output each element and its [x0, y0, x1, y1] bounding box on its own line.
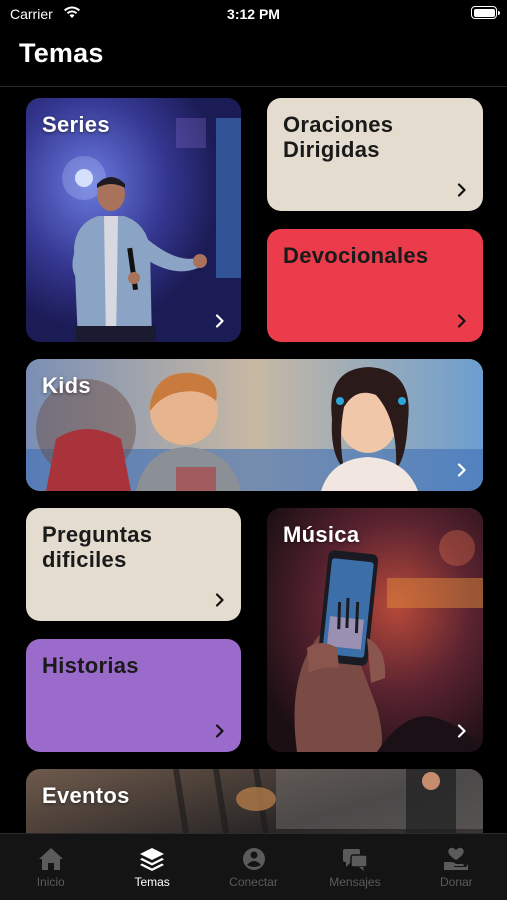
card-historias-title: Historias: [42, 653, 139, 678]
status-bar: Carrier 3:12 PM: [0, 0, 507, 30]
chevron-right-icon: [457, 463, 467, 477]
tab-mensajes-label: Mensajes: [329, 875, 381, 889]
kids-image: [26, 359, 483, 491]
tab-inicio-label: Inicio: [36, 875, 65, 889]
card-musica-title: Música: [283, 522, 360, 547]
tab-temas[interactable]: Temas: [101, 834, 202, 900]
card-series-title: Series: [42, 112, 110, 137]
card-preguntas-dificiles[interactable]: Preguntas dificiles: [26, 508, 241, 621]
tab-inicio[interactable]: Inicio: [0, 834, 101, 900]
donate-icon: [444, 847, 469, 870]
card-devocionales[interactable]: Devocionales: [267, 229, 483, 342]
tab-conectar-label: Conectar: [229, 875, 278, 889]
header-divider: [0, 86, 507, 87]
chevron-right-icon: [457, 314, 467, 328]
tab-donar-label: Donar: [439, 875, 473, 889]
chevron-right-icon: [215, 724, 225, 738]
chevron-right-icon: [457, 724, 467, 738]
card-eventos-title: Eventos: [42, 783, 130, 808]
home-icon: [38, 848, 63, 870]
layers-icon: [140, 848, 165, 871]
messages-icon: [342, 849, 368, 871]
chevron-right-icon: [215, 593, 225, 607]
card-kids[interactable]: Kids: [26, 359, 483, 491]
card-kids-title: Kids: [42, 373, 91, 398]
tab-mensajes[interactable]: Mensajes: [304, 834, 405, 900]
page-title: Temas: [19, 38, 104, 68]
card-musica[interactable]: Música: [267, 508, 483, 752]
card-oraciones-title: Oraciones Dirigidas: [283, 112, 394, 162]
card-preguntas-title: Preguntas dificiles: [42, 522, 153, 572]
card-historias[interactable]: Historias: [26, 639, 241, 752]
tab-bar: Inicio Temas Conectar Mensajes Donar: [0, 833, 507, 900]
card-oraciones-dirigidas[interactable]: Oraciones Dirigidas: [267, 98, 483, 211]
tab-donar[interactable]: Donar: [406, 834, 507, 900]
tab-conectar[interactable]: Conectar: [203, 834, 304, 900]
connect-icon: [242, 848, 265, 870]
clock: 3:12 PM: [227, 6, 280, 22]
tab-temas-label: Temas: [134, 875, 170, 889]
chevron-right-icon: [457, 183, 467, 197]
chevron-right-icon: [215, 314, 225, 328]
battery-icon: [471, 6, 500, 19]
card-series[interactable]: Series: [26, 98, 241, 342]
card-devocionales-title: Devocionales: [283, 243, 429, 268]
